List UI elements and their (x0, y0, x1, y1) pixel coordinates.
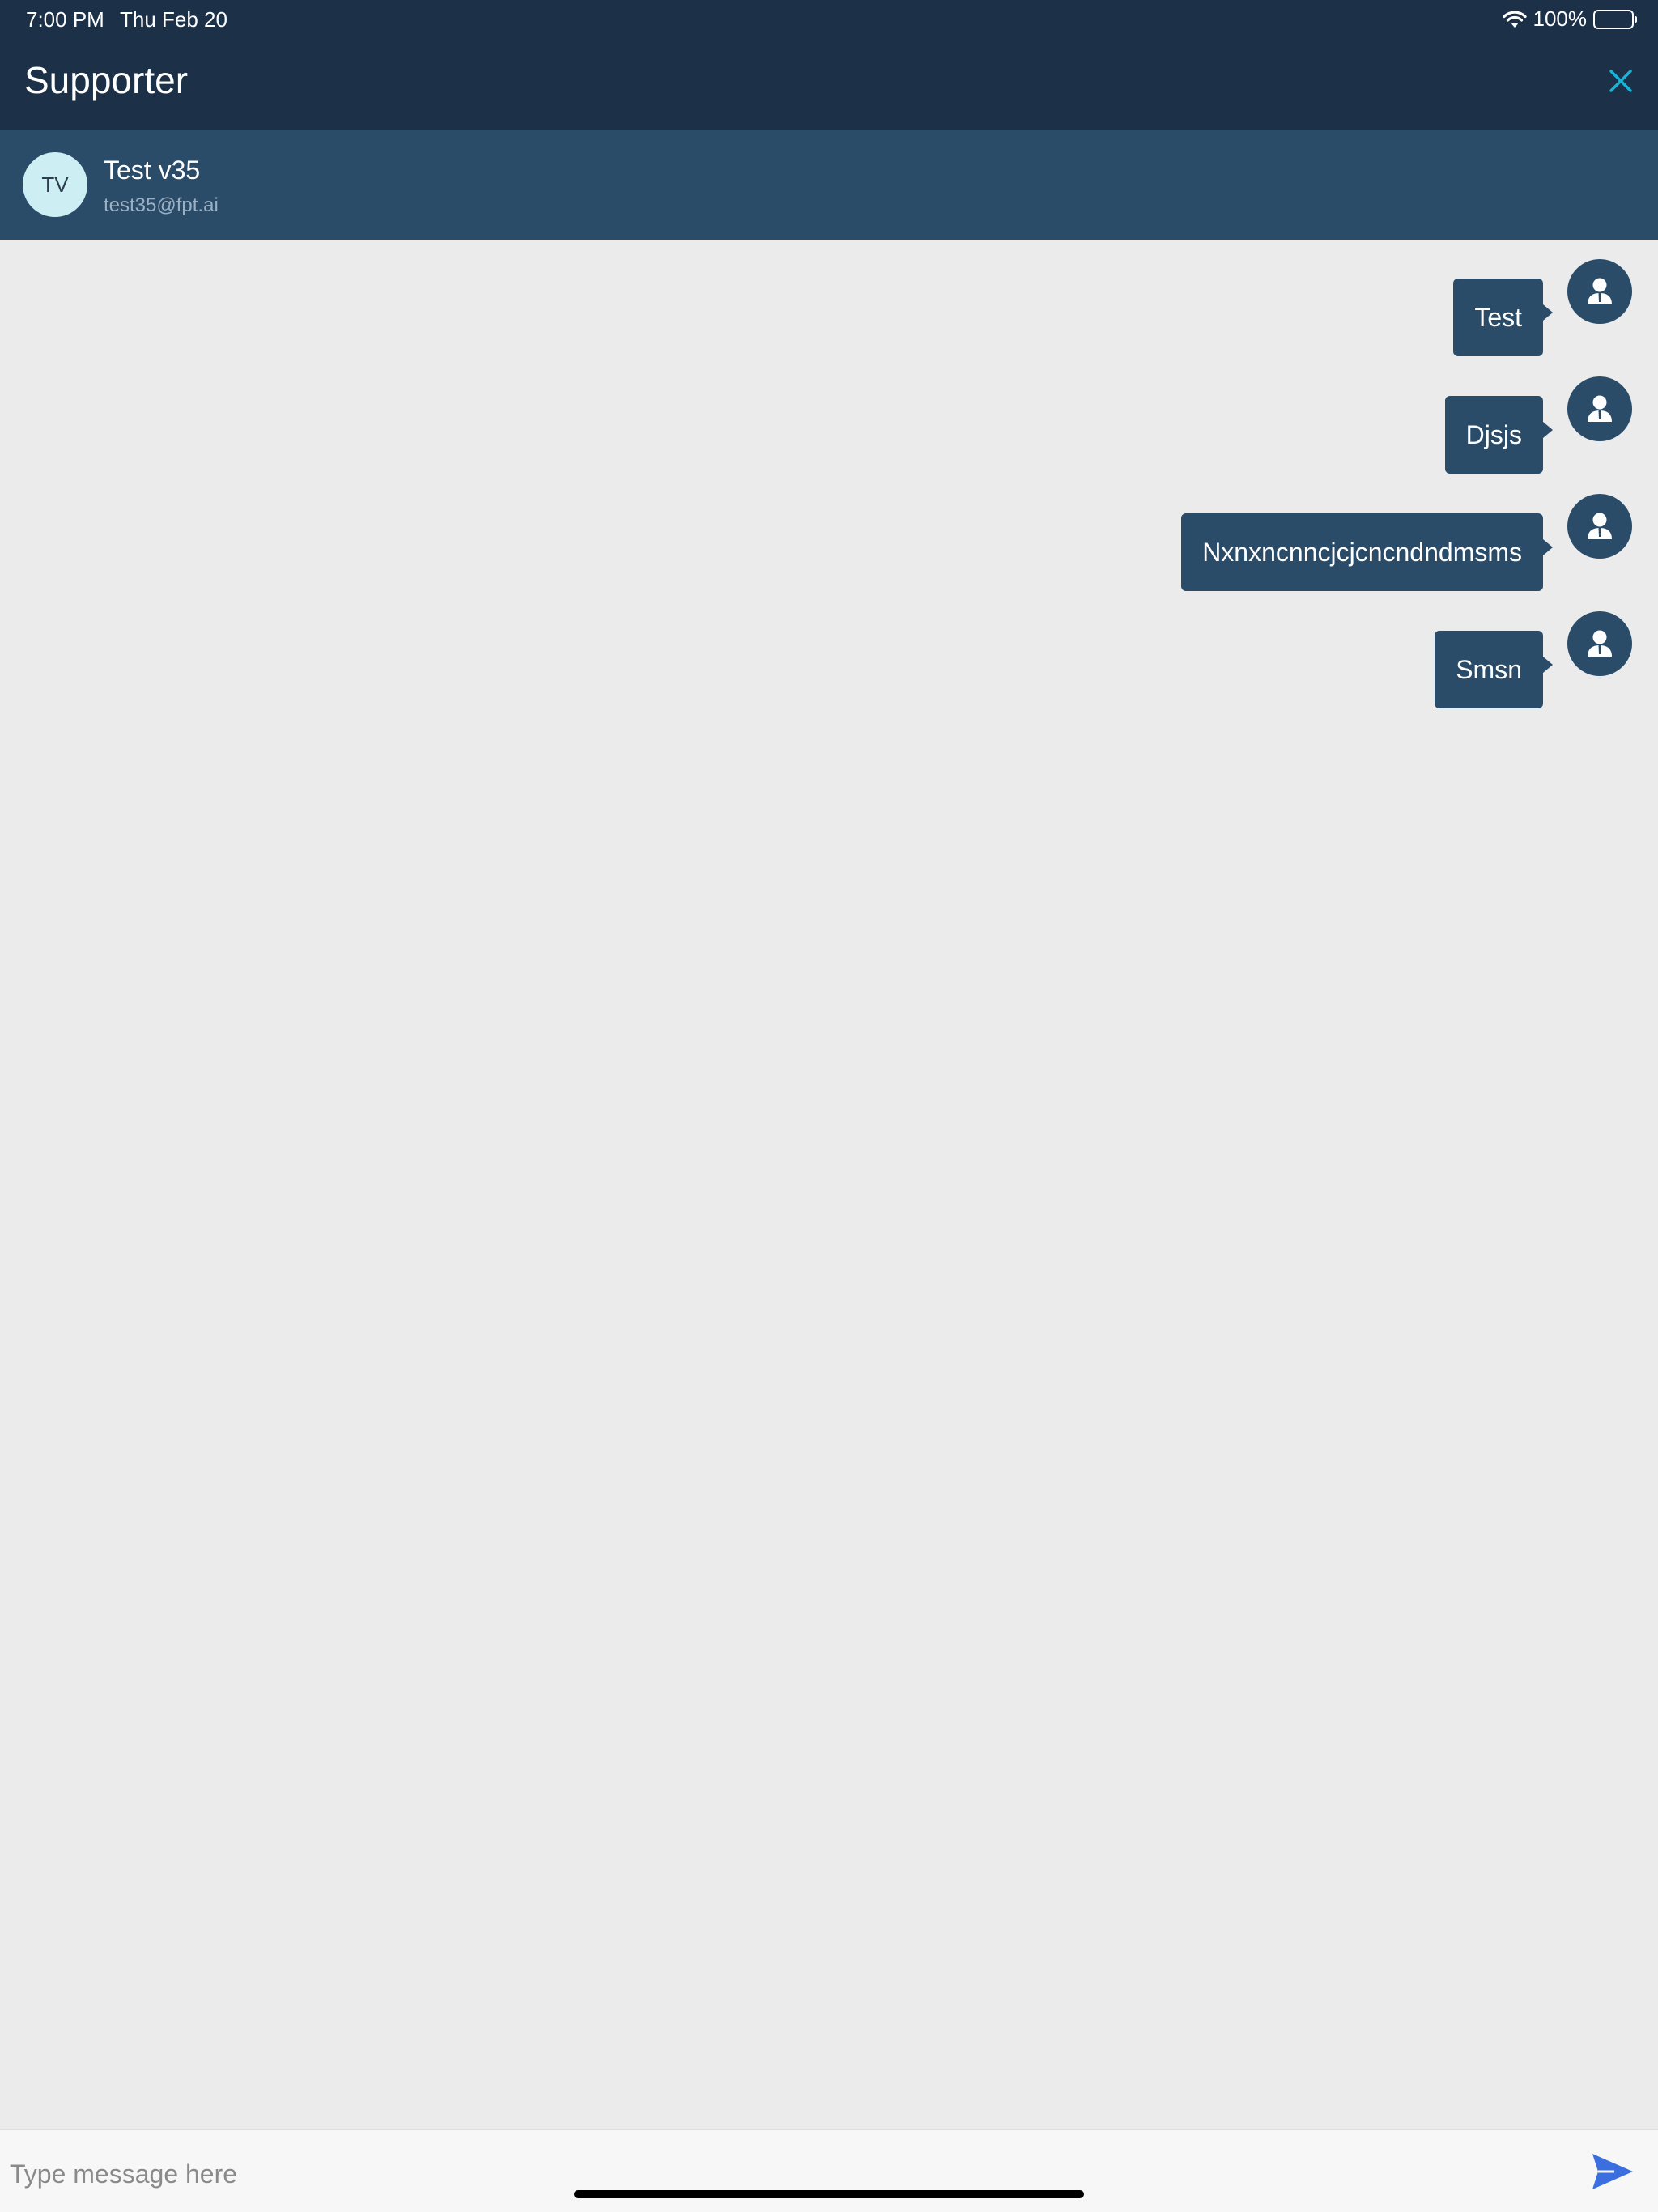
status-indicators: 100% (1502, 6, 1637, 32)
send-button[interactable] (1590, 2151, 1635, 2192)
status-date: Thu Feb 20 (120, 7, 227, 32)
status-bar: 7:00 PM Thu Feb 20 100% (0, 0, 1658, 39)
message-bubble[interactable]: Djsjs (1444, 396, 1554, 474)
status-time: 7:00 PM (26, 7, 104, 32)
header: 7:00 PM Thu Feb 20 100% Supporter (0, 0, 1658, 130)
battery-icon (1593, 9, 1637, 29)
message-bubble[interactable]: Test (1453, 279, 1553, 356)
message-bubble[interactable]: Nxnxncnncjcjcncndndmsms (1181, 513, 1553, 591)
contact-bar[interactable]: TV Test v35 test35@fpt.ai (0, 130, 1658, 240)
home-indicator (574, 2190, 1084, 2198)
contact-avatar: TV (23, 152, 87, 217)
message-row: Nxnxncnncjcjcncndndmsms (1181, 494, 1632, 591)
message-row: Smsn (1435, 611, 1632, 708)
chat-screen: 7:00 PM Thu Feb 20 100% Supporter TV Tes… (0, 0, 1658, 2212)
battery-percent: 100% (1533, 6, 1588, 31)
message-bubble[interactable]: Smsn (1435, 631, 1553, 708)
contact-name: Test v35 (104, 155, 201, 185)
wifi-icon (1502, 10, 1527, 29)
contact-email: test35@fpt.ai (104, 194, 219, 216)
message-list[interactable]: Test Djsjs Nxnxncnncjcjcncndndmsms Smsn (0, 240, 1658, 2129)
send-icon (1592, 2154, 1633, 2189)
message-row: Test (1453, 259, 1632, 356)
user-avatar-icon (1567, 611, 1632, 676)
user-avatar-icon (1567, 494, 1632, 559)
message-row: Djsjs (1444, 376, 1632, 474)
close-button[interactable] (1600, 60, 1642, 102)
user-avatar-icon (1567, 376, 1632, 441)
message-composer (0, 2129, 1658, 2212)
close-icon (1609, 70, 1632, 92)
page-title: Supporter (24, 59, 189, 101)
user-avatar-icon (1567, 259, 1632, 324)
